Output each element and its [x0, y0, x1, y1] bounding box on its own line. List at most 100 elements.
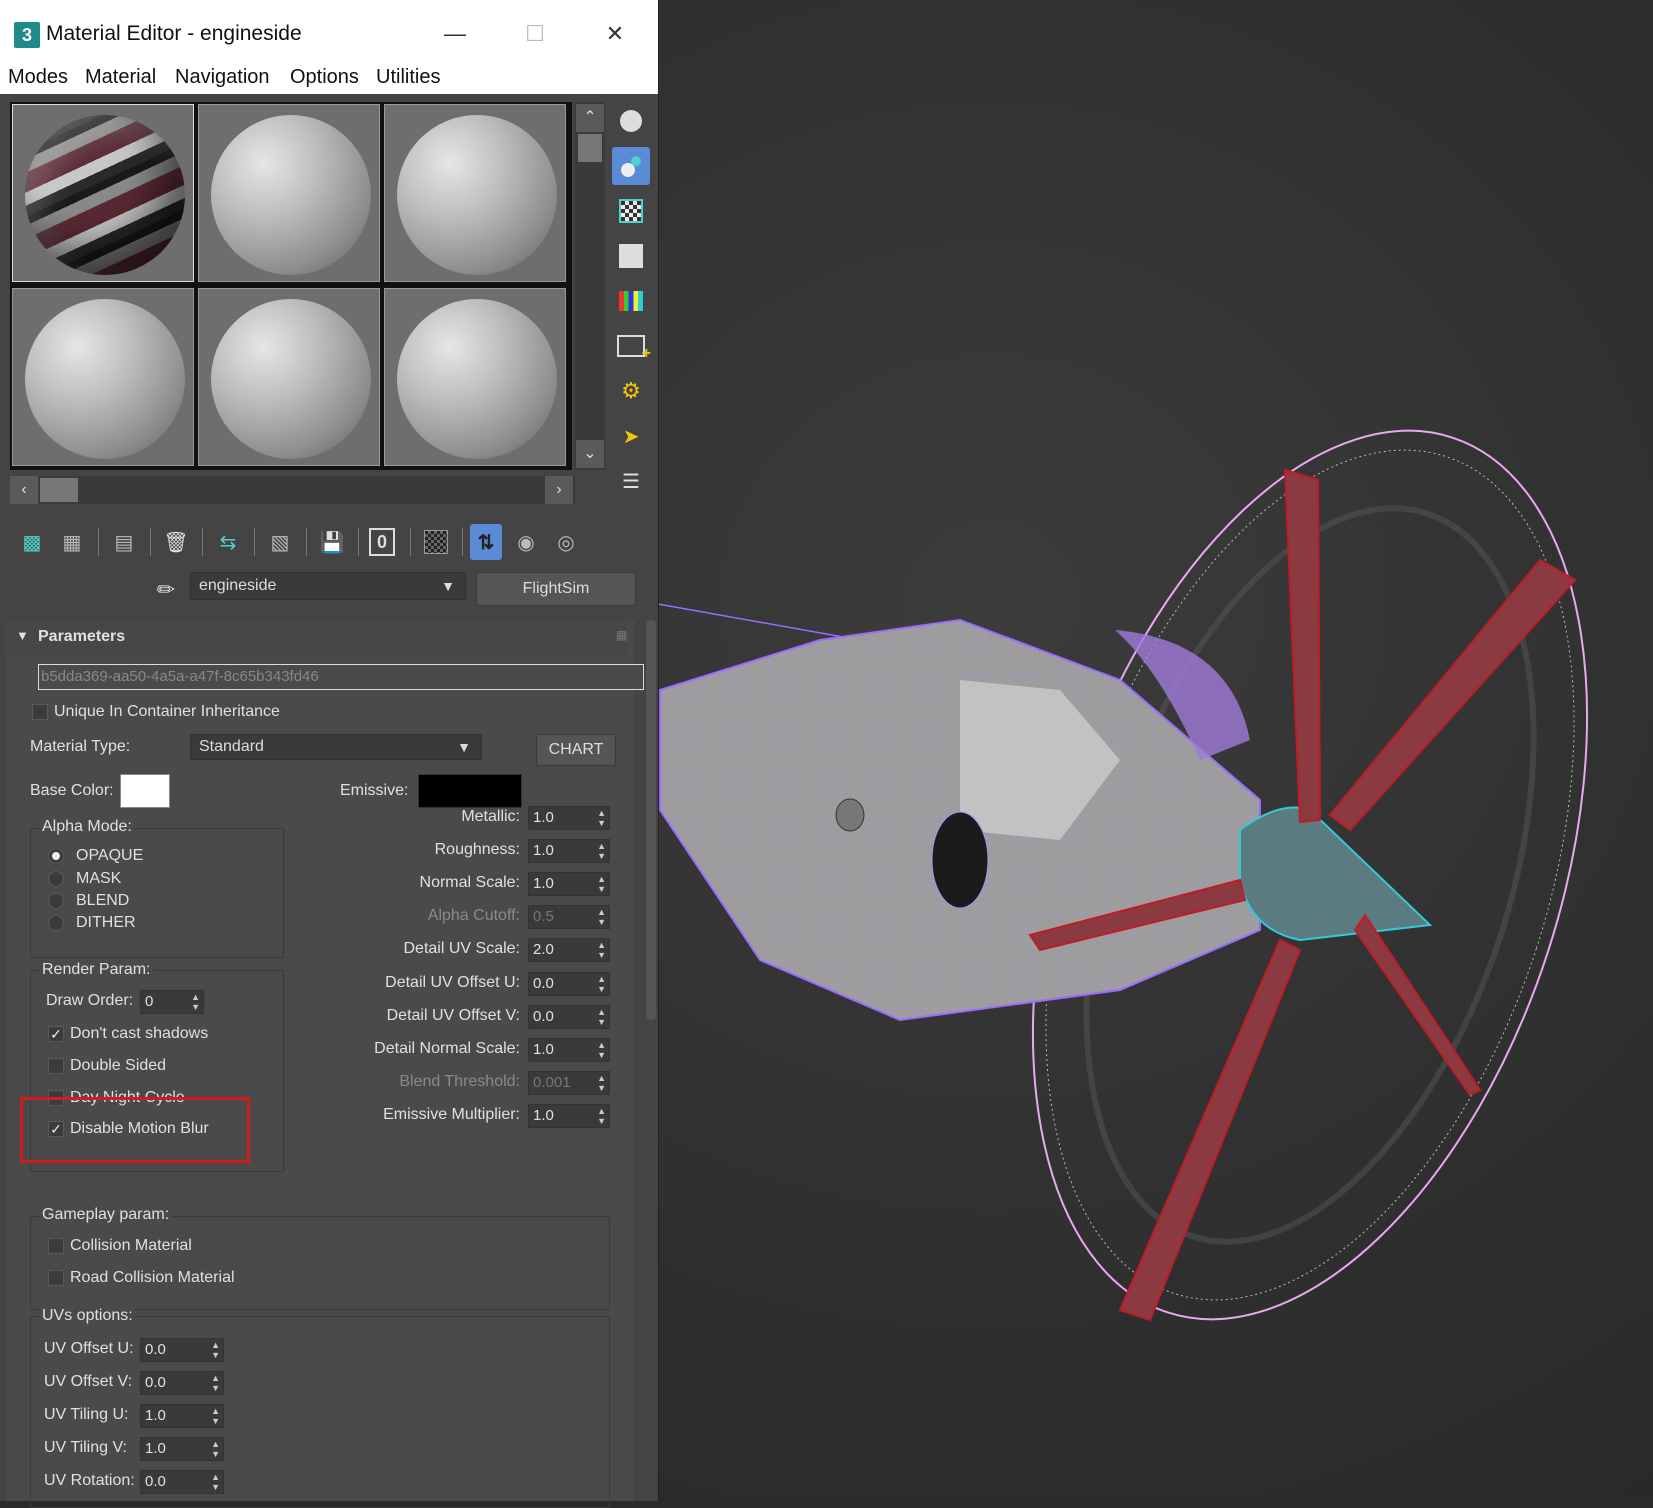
- rollout-scrollbar[interactable]: [646, 620, 656, 1020]
- sample-slot-3[interactable]: [384, 104, 566, 282]
- emissive-color-swatch[interactable]: [418, 774, 522, 808]
- eyedropper-icon[interactable]: ✏: [150, 574, 182, 606]
- uv-param-value: 0.0: [145, 1473, 166, 1490]
- delete-icon[interactable]: 🗑: [160, 526, 192, 558]
- chart-button[interactable]: CHART: [536, 734, 616, 766]
- collapse-triangle-icon[interactable]: ▼: [16, 628, 29, 643]
- scroll-left-icon[interactable]: ‹: [10, 476, 38, 504]
- radio-dither[interactable]: [48, 915, 64, 931]
- material-name-dropdown[interactable]: engineside ▼: [190, 572, 466, 600]
- spinner-arrows-icon[interactable]: ▲ ▼: [597, 808, 606, 828]
- go-forward-sibling-icon[interactable]: ◎: [550, 526, 582, 558]
- spinner-arrows-icon[interactable]: ▲ ▼: [597, 874, 606, 894]
- sample-uv-tiling-icon[interactable]: [612, 237, 650, 275]
- sample-slot-2[interactable]: [198, 104, 380, 282]
- material-type-button[interactable]: FlightSim: [476, 572, 636, 606]
- numeric-param-spinner[interactable]: 0.0 ▲ ▼: [528, 972, 610, 996]
- save-icon[interactable]: 💾: [316, 526, 348, 558]
- spinner-arrows-icon[interactable]: ▲ ▼: [211, 1340, 220, 1360]
- draw-order-label: Draw Order:: [46, 992, 134, 1009]
- make-preview-icon[interactable]: +: [612, 327, 651, 365]
- base-color-swatch[interactable]: [120, 774, 170, 808]
- uv-param-spinner[interactable]: 1.0 ▲ ▼: [140, 1437, 224, 1461]
- scroll-right-icon[interactable]: ›: [545, 476, 573, 504]
- road-collision-material-checkbox[interactable]: [48, 1270, 64, 1286]
- options-gear-icon[interactable]: ⚙: [612, 372, 650, 410]
- spinner-arrows-icon[interactable]: ▲ ▼: [597, 1040, 606, 1060]
- material-map-navigator-icon[interactable]: ☰: [612, 462, 650, 500]
- close-button[interactable]: ✕: [590, 14, 640, 54]
- numeric-param-spinner[interactable]: 1.0 ▲ ▼: [528, 806, 610, 830]
- show-end-result-icon[interactable]: ⇅: [470, 524, 502, 560]
- scroll-up-icon[interactable]: ⌃: [576, 104, 604, 132]
- spinner-arrows-icon[interactable]: ▲ ▼: [191, 992, 200, 1012]
- rollout-header[interactable]: ▼ Parameters ▦: [6, 620, 628, 656]
- maximize-button[interactable]: ☐: [510, 14, 560, 54]
- numeric-param-spinner[interactable]: 1.0 ▲ ▼: [528, 1038, 610, 1062]
- assign-to-selection-icon[interactable]: ▤: [108, 526, 140, 558]
- collision-material-checkbox[interactable]: [48, 1238, 64, 1254]
- sample-type-icon[interactable]: [612, 102, 650, 140]
- sample-slot-5[interactable]: [198, 288, 380, 466]
- radio-blend[interactable]: [48, 893, 64, 909]
- material-type-dropdown[interactable]: Standard ▼: [190, 734, 482, 760]
- numeric-param-spinner[interactable]: 1.0 ▲ ▼: [528, 872, 610, 896]
- spinner-arrows-icon[interactable]: ▲ ▼: [211, 1406, 220, 1426]
- numeric-param-spinner[interactable]: 0.0 ▲ ▼: [528, 1005, 610, 1029]
- numeric-param-spinner[interactable]: 1.0 ▲ ▼: [528, 839, 610, 863]
- guid-field[interactable]: b5dda369-aa50-4a5a-a47f-8c65b343fd46: [38, 664, 644, 690]
- menu-utilities[interactable]: Utilities: [376, 66, 440, 89]
- sample-slot-4[interactable]: [12, 288, 194, 466]
- uv-param-spinner[interactable]: 0.0 ▲ ▼: [140, 1338, 224, 1362]
- double-sided-checkbox[interactable]: [48, 1058, 64, 1074]
- show-shaded-material-icon[interactable]: [420, 526, 452, 558]
- backlight-icon[interactable]: [612, 147, 650, 185]
- make-unique-icon[interactable]: ⇆: [212, 526, 244, 558]
- video-color-check-icon[interactable]: [612, 282, 650, 320]
- numeric-param-value: 0.0: [533, 975, 554, 992]
- slots-vertical-scrollbar[interactable]: ⌃ ⌄: [575, 102, 605, 470]
- background-checker-icon[interactable]: [612, 192, 650, 230]
- sample-slot-6[interactable]: [384, 288, 566, 466]
- scroll-down-icon[interactable]: ⌄: [576, 440, 604, 468]
- spinner-arrows-icon[interactable]: ▲ ▼: [597, 1106, 606, 1126]
- spinner-arrows-icon[interactable]: ▲ ▼: [211, 1373, 220, 1393]
- minimize-button[interactable]: —: [430, 14, 480, 54]
- numeric-param-spinner[interactable]: 1.0 ▲ ▼: [528, 1104, 610, 1128]
- put-to-scene-icon[interactable]: ▦: [56, 526, 88, 558]
- slots-horizontal-scrollbar[interactable]: ‹ ›: [10, 476, 575, 504]
- menu-modes[interactable]: Modes: [8, 66, 68, 89]
- numeric-param-label: Metallic:: [461, 808, 520, 825]
- render-param-label: Render Param:: [40, 961, 153, 979]
- numeric-param-spinner[interactable]: 2.0 ▲ ▼: [528, 938, 610, 962]
- radio-mask[interactable]: [48, 871, 64, 887]
- spinner-arrows-icon[interactable]: ▲ ▼: [597, 974, 606, 994]
- radio-opaque-label: OPAQUE: [76, 847, 144, 864]
- radio-mask-label: MASK: [76, 870, 122, 887]
- spinner-arrows-icon[interactable]: ▲ ▼: [597, 940, 606, 960]
- dont-cast-shadows-checkbox[interactable]: ✓: [48, 1026, 64, 1042]
- scroll-thumb[interactable]: [578, 134, 602, 162]
- sample-slot-1[interactable]: [12, 104, 194, 282]
- material-id-channel-icon[interactable]: 0: [366, 526, 398, 558]
- menu-material[interactable]: Material: [85, 66, 156, 89]
- spinner-arrows-icon[interactable]: ▲ ▼: [211, 1472, 220, 1492]
- spinner-arrows-icon[interactable]: ▲ ▼: [597, 841, 606, 861]
- radio-opaque[interactable]: [48, 848, 64, 864]
- get-material-icon[interactable]: ▩: [16, 526, 48, 558]
- grip-icon: ▦: [616, 628, 628, 642]
- spinner-arrows-icon[interactable]: ▲ ▼: [211, 1439, 220, 1459]
- uv-param-spinner[interactable]: 0.0 ▲ ▼: [140, 1470, 224, 1494]
- menu-options[interactable]: Options: [290, 66, 359, 89]
- go-to-parent-icon[interactable]: ◉: [510, 526, 542, 558]
- unique-inheritance-checkbox[interactable]: [32, 704, 48, 720]
- menu-navigation[interactable]: Navigation: [175, 66, 270, 89]
- scroll-thumb[interactable]: [40, 478, 78, 502]
- select-by-material-icon[interactable]: ➤: [612, 417, 650, 455]
- put-to-library-icon[interactable]: ▧: [264, 526, 296, 558]
- uv-param-spinner[interactable]: 1.0 ▲ ▼: [140, 1404, 224, 1428]
- uv-param-spinner[interactable]: 0.0 ▲ ▼: [140, 1371, 224, 1395]
- double-sided-label: Double Sided: [70, 1057, 167, 1074]
- draw-order-spinner[interactable]: 0 ▲ ▼: [140, 990, 204, 1014]
- spinner-arrows-icon[interactable]: ▲ ▼: [597, 1007, 606, 1027]
